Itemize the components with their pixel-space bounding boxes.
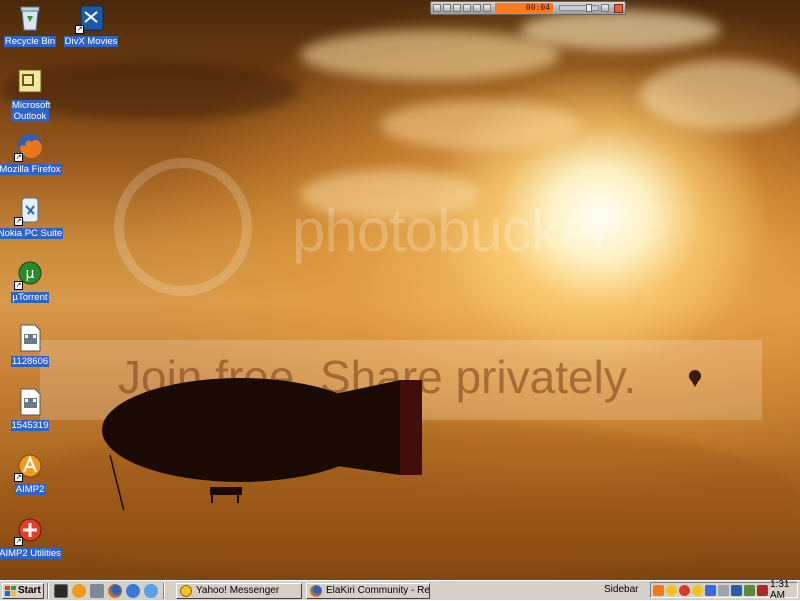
next-button[interactable] bbox=[473, 4, 481, 12]
taskbar-separator bbox=[163, 582, 165, 599]
cloud bbox=[640, 60, 800, 130]
cloud bbox=[520, 10, 720, 50]
nokia-pc-suite-icon: ↗ bbox=[14, 194, 46, 226]
system-tray: 1:31 AM bbox=[650, 579, 798, 601]
shortcut-arrow-icon: ↗ bbox=[14, 217, 23, 226]
shortcut-arrow-icon: ↗ bbox=[14, 281, 23, 290]
smiley-icon[interactable] bbox=[692, 584, 703, 596]
play-icon[interactable] bbox=[653, 584, 664, 596]
desktop-icon-microsoft-outlook[interactable]: Microsoft Outlook bbox=[0, 66, 68, 122]
aimp-icon[interactable] bbox=[72, 583, 86, 598]
firefox-icon: ↗ bbox=[14, 130, 46, 162]
taskbar: Start Yahoo! Messenger ElaKiri Community… bbox=[0, 579, 800, 601]
icon-label: Recycle Bin bbox=[3, 36, 57, 47]
desktop-wallpaper: photobucket Join free. Share privately. … bbox=[0, 0, 800, 580]
volume-knob[interactable] bbox=[586, 4, 592, 12]
messenger-icon[interactable] bbox=[679, 584, 690, 596]
task-label: ElaKiri Community - Repl... bbox=[326, 585, 430, 596]
task-yahoo-messenger[interactable]: Yahoo! Messenger bbox=[176, 582, 302, 599]
taskbar-separator bbox=[47, 582, 49, 599]
recycle-bin-icon bbox=[14, 2, 46, 34]
start-label: Start bbox=[18, 585, 41, 596]
shortcut-arrow-icon: ↗ bbox=[14, 537, 23, 546]
shortcut-arrow-icon: ↗ bbox=[14, 153, 23, 162]
speaker-icon[interactable] bbox=[718, 584, 729, 596]
player-time-display: 00:04 bbox=[495, 3, 553, 13]
icon-label: Nokia PC Suite bbox=[0, 228, 64, 239]
shield-icon[interactable] bbox=[757, 584, 768, 596]
icon-label: µTorrent bbox=[11, 292, 49, 303]
task-elakiri-community[interactable]: ElaKiri Community - Repl... bbox=[306, 582, 430, 599]
cloud bbox=[300, 30, 560, 80]
icon-label: 1545319 bbox=[10, 420, 50, 431]
blimp-silhouette bbox=[102, 378, 422, 510]
cloud bbox=[380, 100, 580, 150]
desktop-icon-mozilla-firefox[interactable]: ↗ Mozilla Firefox bbox=[0, 130, 68, 175]
desktop-icon-divx-movies[interactable]: ↗ DivX Movies bbox=[53, 2, 129, 47]
desktop-icon-nokia-pc-suite[interactable]: ↗ Nokia PC Suite bbox=[0, 194, 68, 239]
desktop-icon-file-1128606[interactable]: 1128606 bbox=[0, 322, 68, 367]
divx-icon: ↗ bbox=[75, 2, 107, 34]
browser-icon[interactable] bbox=[144, 583, 158, 598]
shortcut-arrow-icon: ↗ bbox=[14, 473, 23, 482]
yahoo-messenger-icon bbox=[180, 584, 192, 597]
stop-button[interactable] bbox=[463, 4, 471, 12]
pause-button[interactable] bbox=[453, 4, 461, 12]
hardware-icon[interactable] bbox=[744, 584, 755, 596]
icon-label: 1128606 bbox=[10, 356, 50, 367]
photobucket-logo-ring bbox=[114, 158, 252, 296]
icon-label: Microsoft Outlook bbox=[11, 100, 51, 122]
photobucket-watermark: photobucket bbox=[292, 197, 609, 264]
svg-text:µ: µ bbox=[26, 266, 35, 282]
smiley-icon[interactable] bbox=[666, 584, 677, 596]
calculator-icon[interactable] bbox=[90, 583, 104, 598]
player-menu-button[interactable] bbox=[601, 4, 609, 12]
media-file-icon bbox=[14, 386, 46, 418]
network-icon[interactable] bbox=[705, 584, 716, 596]
nokia-icon[interactable] bbox=[731, 584, 742, 596]
desktop-icon-utorrent[interactable]: µ ↗ µTorrent bbox=[0, 258, 68, 303]
volume-slider[interactable] bbox=[559, 4, 599, 12]
aimp-utilities-icon: ↗ bbox=[14, 514, 46, 546]
play-button[interactable] bbox=[443, 4, 451, 12]
firefox-icon bbox=[310, 584, 322, 597]
icon-label: Mozilla Firefox bbox=[0, 164, 62, 175]
desktop-icon-aimp2-utilities[interactable]: ↗ AIMP2 Utilities bbox=[0, 514, 68, 559]
icon-label: AIMP2 bbox=[14, 484, 46, 495]
start-button[interactable]: Start bbox=[2, 582, 44, 599]
windows-logo-icon bbox=[5, 585, 16, 596]
open-button[interactable] bbox=[483, 4, 491, 12]
icon-label: AIMP2 Utilities bbox=[0, 548, 62, 559]
outlook-icon bbox=[14, 66, 46, 98]
balloon-silhouette bbox=[689, 370, 701, 387]
player-close-button[interactable] bbox=[614, 3, 623, 13]
desktop-icon-aimp2[interactable]: ↗ AIMP2 bbox=[0, 450, 68, 495]
media-file-icon bbox=[14, 322, 46, 354]
shortcut-arrow-icon: ↗ bbox=[75, 25, 84, 34]
sidebar-toolbar-label[interactable]: Sidebar bbox=[604, 584, 638, 595]
clock[interactable]: 1:31 AM bbox=[770, 579, 795, 601]
aimp-icon: ↗ bbox=[14, 450, 46, 482]
mini-media-player: 00:04 bbox=[430, 1, 626, 15]
ie-icon[interactable] bbox=[126, 583, 140, 598]
previous-button[interactable] bbox=[433, 4, 441, 12]
show-desktop-icon[interactable] bbox=[54, 583, 68, 598]
utorrent-icon: µ ↗ bbox=[14, 258, 46, 290]
task-label: Yahoo! Messenger bbox=[196, 585, 280, 596]
firefox-icon[interactable] bbox=[108, 583, 122, 598]
desktop-icon-file-1545319[interactable]: 1545319 bbox=[0, 386, 68, 431]
icon-label: DivX Movies bbox=[63, 36, 119, 47]
